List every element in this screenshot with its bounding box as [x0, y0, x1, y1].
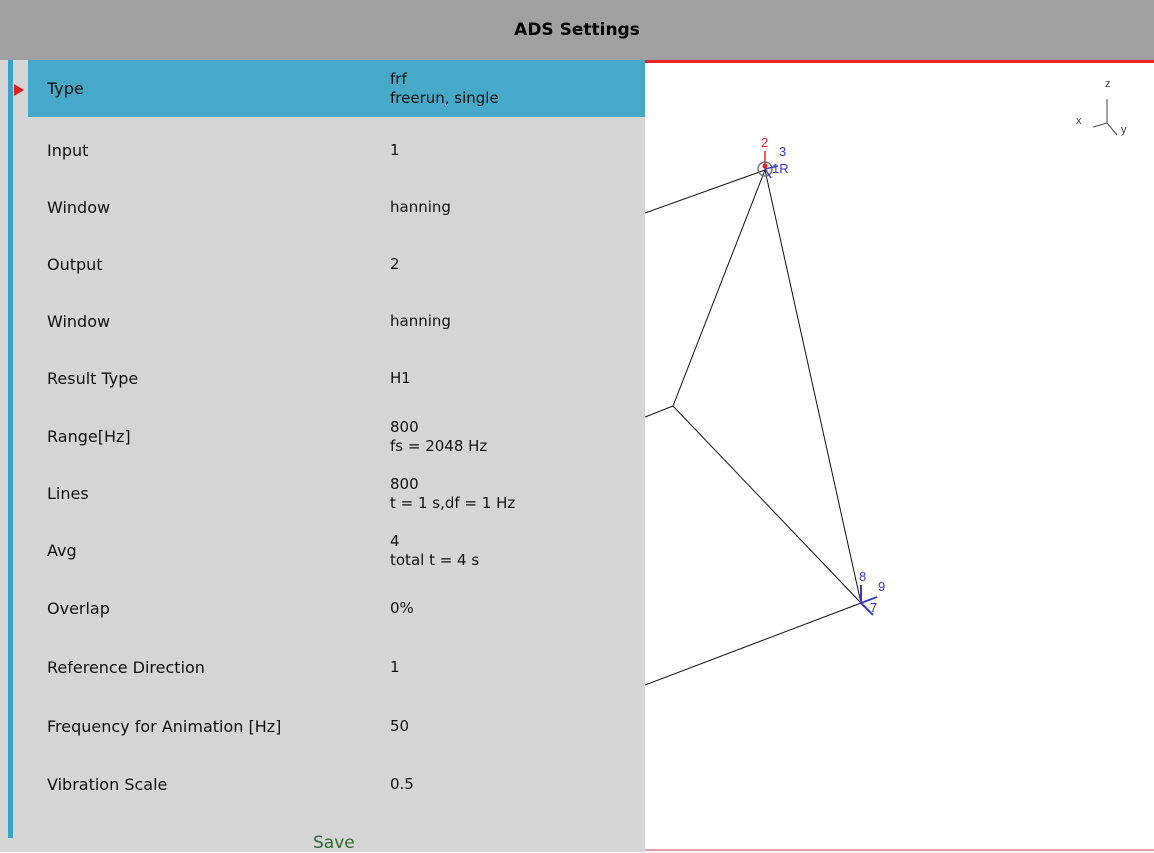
setting-row-overlap[interactable]: Overlap 0% [28, 580, 645, 637]
scrollbar[interactable] [8, 60, 13, 838]
value-line: frf [390, 69, 407, 88]
value-line: 1 [390, 141, 400, 159]
edge-line [764, 169, 862, 604]
setting-row-vibration-scale[interactable]: Vibration Scale 0.5 [28, 756, 645, 813]
setting-row-reference-direction[interactable]: Reference Direction 1 [28, 639, 645, 696]
setting-label: Avg [47, 541, 77, 560]
setting-row-range[interactable]: Range[Hz] 800 fs = 2048 Hz [28, 408, 645, 465]
setting-label: Lines [47, 484, 89, 503]
setting-value: 0% [390, 599, 414, 618]
value-line: 0% [390, 599, 414, 617]
value-line: 800 [390, 474, 419, 493]
setting-value: 0.5 [390, 775, 414, 794]
setting-row-avg[interactable]: Avg 4 total t = 4 s [28, 522, 645, 579]
node-label-9: 9 [878, 579, 885, 594]
value-line: 4 [390, 531, 400, 550]
value-line: 0.5 [390, 775, 414, 793]
window-title-bar: ADS Settings [0, 0, 1154, 60]
setting-value: 1 [390, 141, 400, 160]
node-label-8: 8 [859, 569, 866, 584]
setting-label: Result Type [47, 369, 139, 388]
setting-row-output-window[interactable]: Window hanning [28, 293, 645, 350]
setting-row-frequency-animation[interactable]: Frequency for Animation [Hz] 50 [28, 698, 645, 755]
setting-value: 800 fs = 2048 Hz [390, 418, 487, 456]
setting-label: Overlap [47, 599, 110, 618]
setting-label: Range[Hz] [47, 427, 131, 446]
settings-panel: Type frf freerun, single Input 1 Window … [0, 60, 645, 853]
setting-label: Frequency for Animation [Hz] [47, 717, 282, 736]
value-line: 800 [390, 417, 419, 436]
setting-row-output[interactable]: Output 2 [28, 236, 645, 293]
save-button[interactable]: Save [313, 833, 355, 853]
setting-value: 800 t = 1 s,df = 1 Hz [390, 475, 515, 513]
setting-value: hanning [390, 198, 451, 217]
node-label-1r: 1R [772, 161, 789, 176]
node-label-3: 3 [779, 144, 786, 159]
selection-pointer-icon [14, 84, 24, 96]
value-line: t = 1 s,df = 1 Hz [390, 493, 516, 512]
edge-line [672, 169, 766, 407]
setting-row-type[interactable]: Type frf freerun, single [28, 60, 645, 117]
setting-label: Vibration Scale [47, 775, 168, 794]
value-line: 1 [390, 658, 400, 676]
setting-value: 2 [390, 255, 400, 274]
setting-label: Reference Direction [47, 658, 205, 677]
setting-label: Type [47, 79, 84, 98]
window-title: ADS Settings [514, 20, 640, 40]
node-top[interactable]: 2 3 1R [757, 135, 789, 179]
edge-line [645, 602, 862, 686]
node-label-7: 7 [870, 600, 877, 615]
value-line: freerun, single [390, 88, 499, 107]
setting-label: Window [47, 312, 111, 331]
value-line: hanning [390, 312, 451, 330]
setting-value: frf freerun, single [390, 70, 499, 108]
setting-label: Input [47, 141, 89, 160]
node-label-2: 2 [761, 135, 768, 150]
value-line: total t = 4 s [390, 550, 480, 569]
setting-value: 50 [390, 717, 409, 736]
setting-label: Output [47, 255, 103, 274]
axis-label-x: x [1076, 115, 1082, 127]
edge-line [672, 405, 862, 604]
value-line: 2 [390, 255, 400, 273]
axis-label-y: y [1121, 124, 1127, 136]
setting-label: Window [47, 198, 111, 217]
setting-row-input-window[interactable]: Window hanning [28, 179, 645, 236]
setting-row-result-type[interactable]: Result Type H1 [28, 350, 645, 407]
setting-value: hanning [390, 312, 451, 331]
setting-row-lines[interactable]: Lines 800 t = 1 s,df = 1 Hz [28, 465, 645, 522]
edge-line [645, 405, 674, 418]
setting-value: 1 [390, 658, 400, 677]
value-line: H1 [390, 369, 411, 387]
axis-triad-icon: z x y [1076, 78, 1127, 136]
setting-row-input[interactable]: Input 1 [28, 122, 645, 179]
setting-value: H1 [390, 369, 411, 388]
view-bottom-border [645, 849, 1154, 851]
node-bottom[interactable]: 8 9 7 [859, 569, 885, 616]
axis-label-z: z [1105, 78, 1111, 90]
geometry-view[interactable]: 2 3 1R 8 9 7 z x y [645, 63, 1154, 849]
value-line: 50 [390, 717, 410, 735]
value-line: fs = 2048 Hz [390, 436, 488, 455]
setting-value: 4 total t = 4 s [390, 532, 479, 570]
edge-line [645, 169, 766, 214]
value-line: hanning [390, 198, 451, 216]
